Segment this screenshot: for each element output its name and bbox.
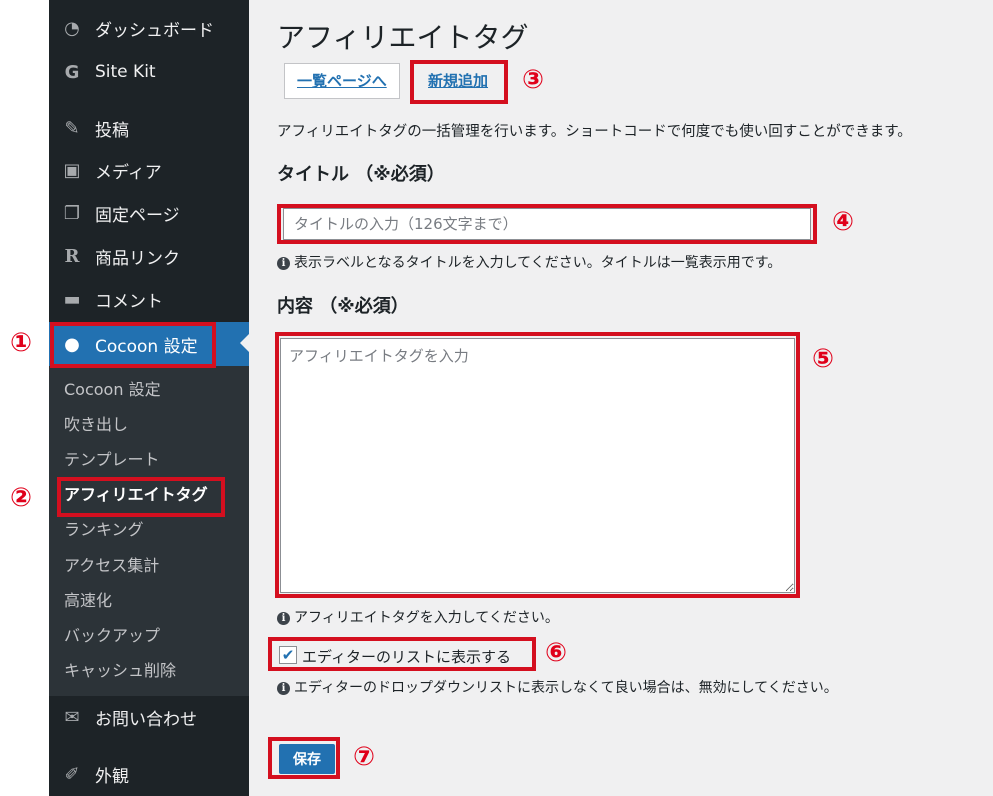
show-in-editor-label[interactable]: エディターのリストに表示する bbox=[302, 646, 511, 667]
info-icon: i bbox=[277, 612, 290, 625]
checkmark-icon: ✔ bbox=[281, 646, 295, 664]
comment-icon: ▬ bbox=[63, 288, 81, 310]
title-help-text: i 表示ラベルとなるタイトルを入力してください。タイトルは一覧表示用です。 bbox=[277, 252, 781, 272]
content-help-text: i アフィリエイトタグを入力してください。 bbox=[277, 607, 559, 627]
annotation-number-2: ② bbox=[10, 483, 33, 513]
site-kit-icon: G bbox=[64, 61, 80, 83]
page-title: アフィリエイトタグ bbox=[277, 21, 529, 54]
menu-item-label: 外観 bbox=[95, 766, 129, 787]
menu-separator bbox=[49, 740, 249, 750]
annotation-number-7: ⑦ bbox=[353, 742, 376, 772]
menu-item-label: 固定ページ bbox=[95, 205, 180, 226]
submenu-item-access-stats[interactable]: アクセス集計 bbox=[64, 552, 159, 580]
annotation-number-5: ⑤ bbox=[812, 344, 835, 374]
active-arrow-icon bbox=[240, 334, 249, 352]
menu-item-label: コメント bbox=[95, 291, 163, 312]
menu-item-posts[interactable]: ✎ 投稿 bbox=[49, 108, 249, 148]
menu-item-label: 投稿 bbox=[95, 120, 129, 141]
pages-icon: ❐ bbox=[63, 202, 81, 224]
submenu-item-speech-balloon[interactable]: 吹き出し bbox=[64, 411, 128, 439]
appearance-icon: ✐ bbox=[64, 763, 80, 785]
cocoon-icon: ● bbox=[64, 333, 80, 355]
show-in-editor-checkbox[interactable]: ✔ bbox=[279, 646, 297, 664]
pin-icon: ✎ bbox=[64, 117, 80, 139]
menu-item-media[interactable]: ▣ メディア bbox=[49, 150, 249, 190]
title-input[interactable] bbox=[283, 208, 811, 240]
cocoon-submenu: Cocoon 設定 吹き出し テンプレート アフィリエイトタグ ランキング アク… bbox=[49, 366, 249, 696]
admin-sidebar: ◔ ダッシュボード G Site Kit ✎ 投稿 ▣ メディア ❐ 固定ページ… bbox=[49, 0, 249, 796]
menu-item-dashboard[interactable]: ◔ ダッシュボード bbox=[49, 8, 249, 48]
menu-item-product-links[interactable]: R 商品リンク bbox=[49, 236, 249, 276]
menu-item-cocoon-settings[interactable]: ● Cocoon 設定 bbox=[49, 322, 249, 366]
menu-item-appearance[interactable]: ✐ 外観 bbox=[49, 754, 249, 794]
content-textarea[interactable] bbox=[280, 338, 795, 593]
menu-item-pages[interactable]: ❐ 固定ページ bbox=[49, 193, 249, 233]
submenu-item-clear-cache[interactable]: キャッシュ削除 bbox=[64, 657, 176, 685]
menu-item-label: 商品リンク bbox=[95, 248, 180, 269]
title-field-label: タイトル （※必須） bbox=[277, 164, 445, 185]
submenu-item-affiliate-tag[interactable]: アフィリエイトタグ bbox=[64, 481, 208, 509]
annotation-number-1: ① bbox=[10, 328, 33, 358]
menu-item-site-kit[interactable]: G Site Kit bbox=[49, 52, 249, 92]
page-description: アフィリエイトタグの一括管理を行います。ショートコードで何度でも使い回すことがで… bbox=[277, 124, 912, 140]
menu-item-label: お問い合わせ bbox=[95, 709, 197, 730]
submenu-item-ranking[interactable]: ランキング bbox=[64, 516, 144, 544]
info-icon: i bbox=[277, 682, 290, 695]
dashboard-icon: ◔ bbox=[64, 17, 80, 39]
annotation-number-3: ③ bbox=[522, 65, 545, 95]
checkbox-help-text: i エディターのドロップダウンリストに表示しなくて良い場合は、無効にしてください。 bbox=[277, 677, 838, 697]
submenu-item-cocoon-settings[interactable]: Cocoon 設定 bbox=[64, 376, 161, 404]
content-field-label: 内容 （※必須） bbox=[277, 296, 409, 317]
annotation-number-6: ⑥ bbox=[545, 638, 568, 668]
info-icon: i bbox=[277, 257, 290, 270]
menu-item-label: ダッシュボード bbox=[95, 20, 214, 41]
submenu-item-backup[interactable]: バックアップ bbox=[64, 622, 160, 650]
menu-item-label: Cocoon 設定 bbox=[95, 336, 198, 357]
tab-list-page[interactable]: 一覧ページへ bbox=[284, 63, 400, 99]
tab-add-new[interactable]: 新規追加 bbox=[415, 63, 501, 99]
save-button[interactable]: 保存 bbox=[279, 744, 335, 774]
menu-item-label: メディア bbox=[95, 162, 162, 183]
menu-item-contact[interactable]: ✉ お問い合わせ bbox=[49, 697, 249, 737]
submenu-item-speedup[interactable]: 高速化 bbox=[64, 587, 112, 615]
mail-icon: ✉ bbox=[64, 706, 80, 728]
rinker-icon: R bbox=[64, 245, 80, 267]
submenu-item-template[interactable]: テンプレート bbox=[64, 446, 160, 474]
menu-item-label: Site Kit bbox=[95, 62, 156, 82]
menu-separator bbox=[49, 96, 249, 106]
media-icon: ▣ bbox=[63, 159, 81, 181]
menu-item-comments[interactable]: ▬ コメント bbox=[49, 279, 249, 319]
annotation-number-4: ④ bbox=[832, 207, 855, 237]
